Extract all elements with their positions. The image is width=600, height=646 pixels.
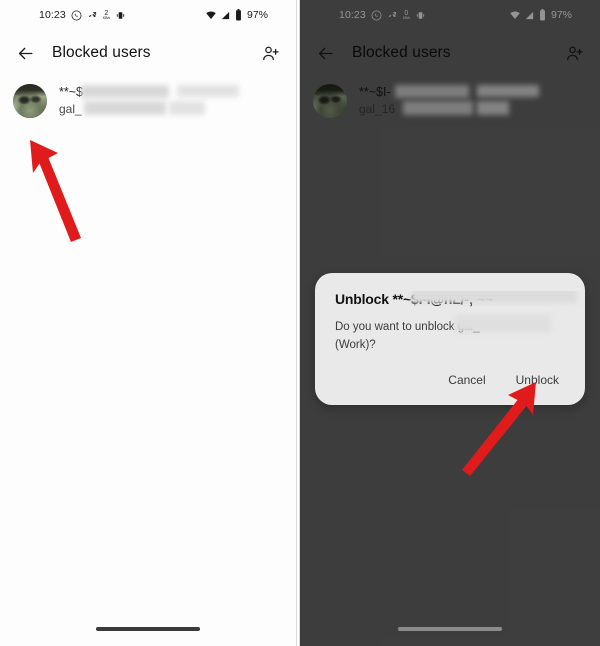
- redaction-block: [169, 101, 205, 115]
- battery-icon: [234, 9, 243, 21]
- dialog-actions: Cancel Unblock: [315, 355, 585, 397]
- data-speed-icon: 2 KB/s: [103, 10, 110, 21]
- data-speed-unit: KB/s: [102, 15, 110, 20]
- page-title: Blocked users: [52, 44, 151, 61]
- redaction-block: [84, 101, 166, 115]
- home-indicator[interactable]: [0, 627, 296, 631]
- phone-screen-left: 10:23 2 KB/s 97% Blocked users **~$ gal_: [0, 0, 296, 646]
- blocked-user-texts: **~$ gal_: [59, 84, 282, 118]
- cancel-button[interactable]: Cancel: [438, 367, 495, 393]
- arrow-back-icon[interactable]: [12, 40, 38, 66]
- wifi-icon: [205, 9, 217, 21]
- signal-icon: [220, 10, 231, 21]
- status-bar-right-group: 97%: [205, 9, 268, 21]
- panel-divider: [296, 0, 300, 646]
- unblock-button[interactable]: Unblock: [506, 367, 569, 393]
- blocked-user-name: **~$: [59, 85, 83, 99]
- redaction-block: [455, 315, 551, 332]
- whatsapp-icon: [71, 10, 82, 21]
- status-clock: 10:23: [39, 9, 66, 21]
- redaction-block: [411, 291, 577, 303]
- dialog-body-line2: (Work)?: [335, 338, 376, 351]
- status-bar-left-group: 10:23 2 KB/s: [39, 9, 126, 21]
- status-bar-left: 10:23 2 KB/s 97%: [0, 0, 296, 30]
- unblock-dialog: Unblock **~$I-I@nL/-; ~~ Do you want to …: [315, 273, 585, 405]
- app-bar-left: Blocked users: [0, 30, 296, 76]
- blocked-user-row[interactable]: **~$ gal_: [0, 76, 296, 128]
- person-add-icon[interactable]: [258, 41, 282, 65]
- redaction-block: [177, 85, 239, 97]
- dialog-title-row: Unblock **~$I-I@nL/-; ~~: [315, 291, 585, 307]
- vibrate-icon: [115, 10, 126, 21]
- phone-screen-right: 10:23 0 KB/s 97% Blocked users **~$I- ga…: [300, 0, 600, 646]
- blocked-user-subtitle: gal_: [59, 102, 82, 116]
- avatar: [13, 84, 47, 118]
- battery-percent: 97%: [246, 9, 268, 21]
- missed-call-icon: [87, 10, 98, 21]
- dialog-body: Do you want to unblock gal_ (Work)?: [315, 307, 585, 355]
- redaction-block: [81, 85, 169, 98]
- screenshot-root: 10:23 2 KB/s 97% Blocked users **~$ gal_…: [0, 0, 600, 646]
